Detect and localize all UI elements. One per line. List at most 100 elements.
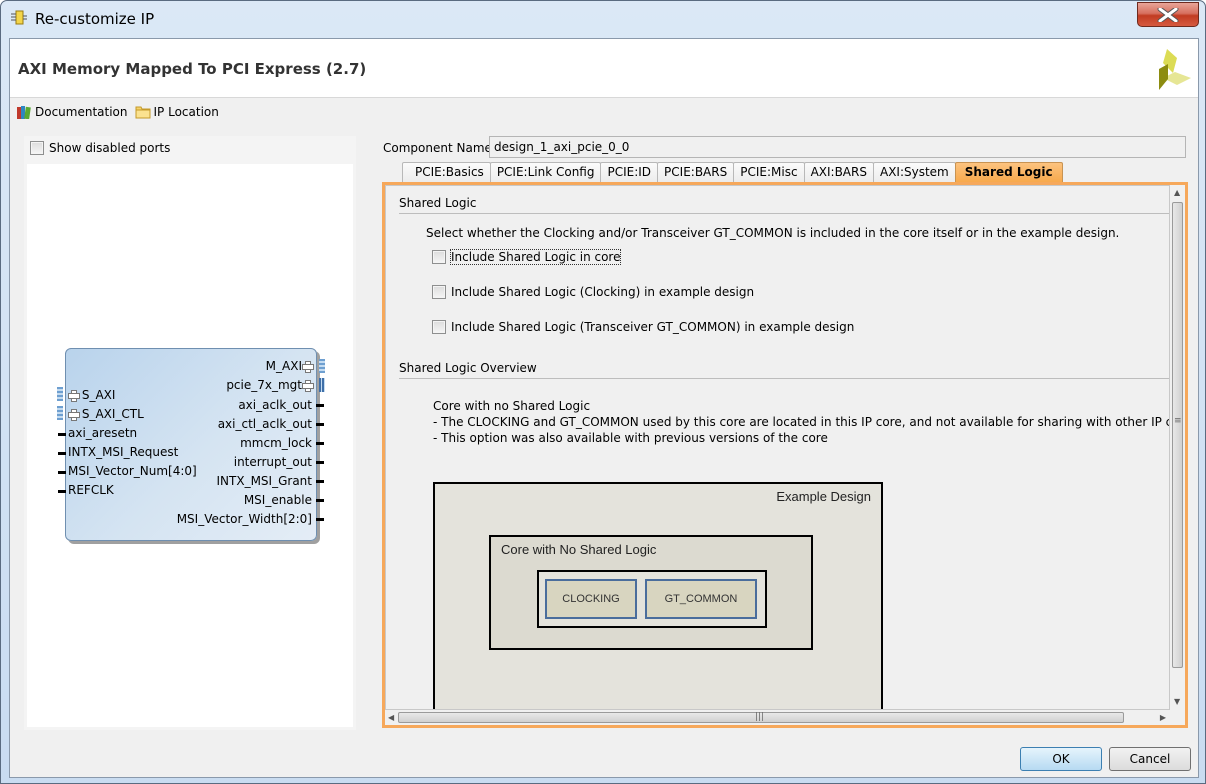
tab-pcie-misc[interactable]: PCIE:Misc — [733, 162, 805, 182]
expand-plus-icon[interactable] — [68, 409, 80, 421]
ip-symbol-block[interactable]: S_AXI S_AXI_CTL axi_aresetn INTX_MSI_Req… — [57, 348, 325, 541]
show-disabled-ports-checkbox[interactable] — [30, 141, 44, 155]
port-s-axi[interactable]: S_AXI — [68, 388, 115, 402]
scroll-right-arrow-icon[interactable]: ▶ — [1160, 714, 1166, 722]
toolbar: Documentation IP Location — [16, 103, 219, 121]
folder-icon — [135, 106, 151, 119]
option-label: Include Shared Logic in core — [449, 249, 622, 265]
pin-connector[interactable] — [316, 442, 324, 445]
close-button[interactable] — [1137, 2, 1199, 27]
pin-connector[interactable] — [58, 433, 66, 436]
port-axi-aresetn[interactable]: axi_aresetn — [68, 426, 137, 440]
bus-connector[interactable] — [57, 387, 63, 401]
scroll-left-arrow-icon[interactable]: ◀ — [388, 714, 394, 722]
port-msi-enable[interactable]: MSI_enable — [244, 493, 312, 507]
port-interrupt-out[interactable]: interrupt_out — [234, 455, 312, 469]
port-intx-msi-grant[interactable]: INTX_MSI_Grant — [217, 474, 312, 488]
books-icon — [17, 106, 31, 119]
port-m-axi[interactable]: M_AXI — [265, 359, 314, 373]
tab-axi-system[interactable]: AXI:System — [872, 162, 956, 182]
bus-connector[interactable] — [319, 378, 325, 392]
port-label: S_AXI_CTL — [81, 407, 144, 421]
title-bar[interactable]: Re-customize IP — [1, 1, 1205, 37]
overview-line: Core with no Shared Logic — [433, 399, 591, 413]
pin-connector[interactable] — [316, 461, 324, 464]
port-refclk[interactable]: REFCLK — [68, 483, 114, 497]
port-s-axi-ctl[interactable]: S_AXI_CTL — [68, 407, 144, 421]
vertical-scrollbar[interactable]: ▲ ≡ ▼ — [1170, 185, 1185, 710]
pin-connector[interactable] — [58, 490, 66, 493]
pin-connector[interactable] — [58, 452, 66, 455]
pin-connector[interactable] — [316, 404, 324, 407]
section-divider — [399, 213, 1169, 214]
documentation-label: Documentation — [35, 105, 128, 119]
dialog-client: AXI Memory Mapped To PCI Express (2.7) D… — [9, 38, 1199, 778]
tab-pcie-basics[interactable]: PCIE:Basics — [402, 162, 491, 182]
ok-button[interactable]: OK — [1020, 747, 1102, 771]
option-label: Include Shared Logic (Transceiver GT_COM… — [451, 320, 855, 334]
ip-location-label: IP Location — [153, 105, 219, 119]
scroll-up-arrow-icon[interactable]: ▲ — [1174, 189, 1180, 197]
shared-logic-tab-content: Shared Logic Select whether the Clocking… — [382, 182, 1188, 728]
port-label: pcie_7x_mgt — [226, 378, 302, 392]
port-msi-vector-width[interactable]: MSI_Vector_Width[2:0] — [177, 512, 312, 526]
overview-line: - This option was also available with pr… — [433, 431, 828, 445]
tab-shared-logic[interactable]: Shared Logic — [954, 162, 1063, 182]
shared-logic-gt-common-checkbox[interactable] — [432, 320, 446, 334]
option-shared-logic-in-core[interactable]: Include Shared Logic in core — [432, 249, 622, 265]
tab-pcie-id[interactable]: PCIE:ID — [600, 162, 659, 182]
pin-connector[interactable] — [316, 518, 324, 521]
port-pcie-7x-mgt[interactable]: pcie_7x_mgt — [226, 378, 314, 392]
port-label: M_AXI — [265, 359, 302, 373]
grip-icon: ||| — [755, 712, 765, 722]
ip-icon — [11, 10, 27, 25]
port-intx-msi-request[interactable]: INTX_MSI_Request — [68, 445, 178, 459]
vertical-scroll-thumb[interactable]: ≡ — [1172, 202, 1183, 668]
example-design-label: Example Design — [776, 489, 871, 504]
expand-plus-icon[interactable] — [68, 390, 80, 402]
overview-section-title: Shared Logic Overview — [399, 361, 537, 375]
section-divider — [399, 378, 1169, 379]
grip-icon: ≡ — [1174, 416, 1182, 426]
bus-connector[interactable] — [57, 406, 63, 420]
shared-logic-clocking-checkbox[interactable] — [432, 285, 446, 299]
port-msi-vector-num[interactable]: MSI_Vector_Num[4:0] — [68, 464, 197, 478]
xilinx-logo-icon — [1159, 49, 1191, 90]
scroll-viewport: Shared Logic Select whether the Clocking… — [385, 185, 1170, 710]
symbol-canvas[interactable]: S_AXI S_AXI_CTL axi_aresetn INTX_MSI_Req… — [27, 164, 353, 727]
pin-connector[interactable] — [58, 471, 66, 474]
pin-connector[interactable] — [316, 480, 324, 483]
option-shared-logic-clocking[interactable]: Include Shared Logic (Clocking) in examp… — [432, 285, 754, 299]
shared-logic-section-title: Shared Logic — [399, 196, 477, 210]
port-mmcm-lock[interactable]: mmcm_lock — [240, 436, 312, 450]
tab-bar: PCIE:Basics PCIE:Link Config PCIE:ID PCI… — [402, 162, 1063, 182]
tab-axi-bars[interactable]: AXI:BARS — [803, 162, 874, 182]
option-shared-logic-gt-common[interactable]: Include Shared Logic (Transceiver GT_COM… — [432, 320, 854, 334]
horizontal-scrollbar[interactable]: ◀ ||| ▶ — [385, 710, 1170, 725]
ip-location-button[interactable]: IP Location — [135, 105, 219, 119]
shared-logic-box: CLOCKING GT_COMMON — [537, 570, 767, 628]
core-label: Core with No Shared Logic — [501, 542, 657, 557]
window-title: Re-customize IP — [35, 10, 155, 28]
option-label: Include Shared Logic (Clocking) in examp… — [451, 285, 755, 299]
tab-pcie-bars[interactable]: PCIE:BARS — [657, 162, 735, 182]
port-axi-ctl-aclk-out[interactable]: axi_ctl_aclk_out — [218, 417, 312, 431]
component-name-field[interactable]: design_1_axi_pcie_0_0 — [489, 136, 1186, 158]
documentation-button[interactable]: Documentation — [16, 105, 128, 119]
show-disabled-ports-option[interactable]: Show disabled ports — [30, 141, 170, 155]
bus-connector[interactable] — [319, 359, 325, 373]
tab-pcie-link-config[interactable]: PCIE:Link Config — [489, 162, 602, 182]
configuration-panel: Component Name design_1_axi_pcie_0_0 PCI… — [382, 136, 1188, 730]
cancel-button[interactable]: Cancel — [1109, 747, 1191, 771]
gt-common-block: GT_COMMON — [645, 579, 757, 619]
shared-logic-in-core-checkbox[interactable] — [432, 250, 446, 264]
expand-plus-icon[interactable] — [302, 361, 314, 373]
scroll-down-arrow-icon[interactable]: ▼ — [1174, 698, 1180, 706]
pin-connector[interactable] — [316, 423, 324, 426]
close-icon — [1157, 7, 1179, 22]
overview-line: - The CLOCKING and GT_COMMON used by thi… — [433, 415, 1170, 429]
port-axi-aclk-out[interactable]: axi_aclk_out — [238, 398, 312, 412]
expand-plus-icon[interactable] — [302, 380, 314, 392]
pin-connector[interactable] — [316, 499, 324, 502]
horizontal-scroll-thumb[interactable]: ||| — [398, 712, 1124, 723]
